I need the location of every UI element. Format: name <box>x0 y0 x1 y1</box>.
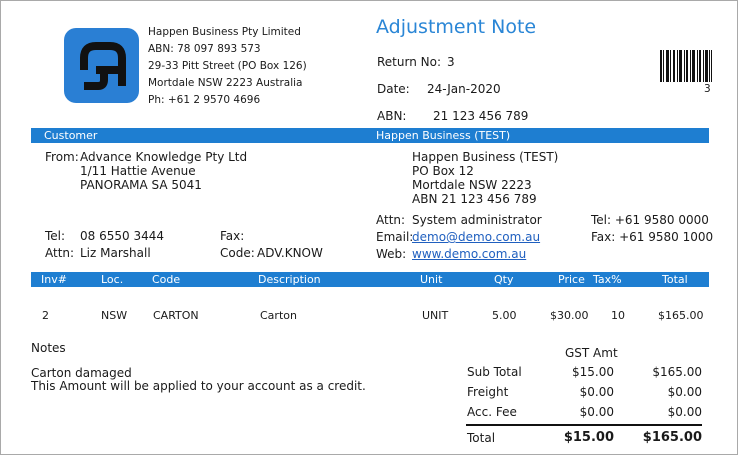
notes-label: Notes <box>31 341 66 355</box>
row-loc: NSW <box>101 309 128 322</box>
abn-value: 21 123 456 789 <box>433 109 529 123</box>
subtotal-value: $165.00 <box>652 365 702 379</box>
freight-value: $0.00 <box>667 385 702 399</box>
customer-header-bar: Customer Happen Business (TEST) <box>31 128 709 143</box>
row-code: CARTON <box>153 309 199 322</box>
col-unit: Unit <box>420 273 443 286</box>
col-qty: Qty <box>494 273 514 286</box>
row-total: $165.00 <box>658 309 704 322</box>
supplier-fax: Fax: +61 9580 1000 <box>591 230 714 244</box>
col-price: Price <box>558 273 585 286</box>
col-total: Total <box>662 273 688 286</box>
company-street: 29-33 Pitt Street (PO Box 126) <box>148 60 307 72</box>
customer-address-1: 1/11 Hattie Avenue <box>80 164 196 178</box>
row-inv: 2 <box>42 309 49 322</box>
supplier-attn-label: Attn: <box>376 213 406 227</box>
freight-gst: $0.00 <box>579 385 614 399</box>
company-city: Mortdale NSW 2223 Australia <box>148 77 303 89</box>
customer-name: Advance Knowledge Pty Ltd <box>80 150 248 164</box>
date-label: Date: <box>377 82 410 96</box>
notes-line-2: This Amount will be applied to your acco… <box>31 379 366 393</box>
totals-divider <box>466 424 702 426</box>
customer-tel: 08 6550 3444 <box>80 229 164 243</box>
notes-line-1: Carton damaged <box>31 366 132 380</box>
company-logo <box>64 28 139 103</box>
barcode-number: 3 <box>704 83 711 95</box>
company-phone: Ph: +61 2 9570 4696 <box>148 94 261 106</box>
subtotal-label: Sub Total <box>467 365 522 379</box>
customer-code-label: Code: <box>220 246 255 260</box>
customer-bar-label: Customer <box>44 129 98 142</box>
supplier-address-1: PO Box 12 <box>412 164 474 178</box>
document-title: Adjustment Note <box>376 16 537 38</box>
company-abn: ABN: 78 097 893 573 <box>148 43 261 55</box>
from-label: From: <box>45 150 79 164</box>
total-gst: $15.00 <box>563 430 614 445</box>
freight-label: Freight <box>467 385 509 399</box>
barcode <box>660 50 712 82</box>
supplier-web-label: Web: <box>376 247 407 261</box>
total-label: Total <box>467 431 496 445</box>
customer-tel-label: Tel: <box>45 229 66 243</box>
logo-glyph-icon <box>80 42 126 90</box>
col-code: Code <box>152 273 181 286</box>
items-header-bar: Inv# Loc. Code Description Unit Qty Pric… <box>31 272 709 287</box>
total-value: $165.00 <box>642 430 702 445</box>
supplier-tel: Tel: +61 9580 0000 <box>591 213 709 227</box>
gst-amt-header: GST Amt <box>565 346 618 360</box>
customer-address-2: PANORAMA SA 5041 <box>80 178 202 192</box>
supplier-bar-label: Happen Business (TEST) <box>376 129 511 142</box>
abn-label: ABN: <box>377 109 407 123</box>
supplier-email-link[interactable]: demo@demo.com.au <box>412 230 540 244</box>
col-loc: Loc. <box>101 273 124 286</box>
return-number-label: Return No: <box>377 55 441 69</box>
acc-fee-gst: $0.00 <box>579 405 614 419</box>
col-tax: Tax% <box>593 273 622 286</box>
customer-fax-label: Fax: <box>220 229 245 243</box>
supplier-attn: System administrator <box>412 213 542 227</box>
date-value: 24-Jan-2020 <box>427 82 501 96</box>
supplier-abn: ABN 21 123 456 789 <box>412 192 537 206</box>
acc-fee-value: $0.00 <box>667 405 702 419</box>
col-inv: Inv# <box>41 273 67 286</box>
subtotal-gst: $15.00 <box>572 365 614 379</box>
company-name: Happen Business Pty Limited <box>148 26 301 38</box>
return-number-value: 3 <box>447 55 455 69</box>
row-qty: 5.00 <box>492 309 517 322</box>
supplier-email-label: Email: <box>376 230 414 244</box>
row-unit: UNIT <box>422 309 449 322</box>
supplier-address-2: Mortdale NSW 2223 <box>412 178 532 192</box>
supplier-name: Happen Business (TEST) <box>412 150 559 164</box>
customer-attn: Liz Marshall <box>80 246 151 260</box>
customer-code: ADV.KNOW <box>257 246 323 260</box>
customer-attn-label: Attn: <box>45 246 75 260</box>
row-price: $30.00 <box>550 309 589 322</box>
col-description: Description <box>258 273 321 286</box>
acc-fee-label: Acc. Fee <box>467 405 517 419</box>
supplier-web-link[interactable]: www.demo.com.au <box>412 247 526 261</box>
row-description: Carton <box>260 309 297 322</box>
row-tax: 10 <box>611 309 625 322</box>
